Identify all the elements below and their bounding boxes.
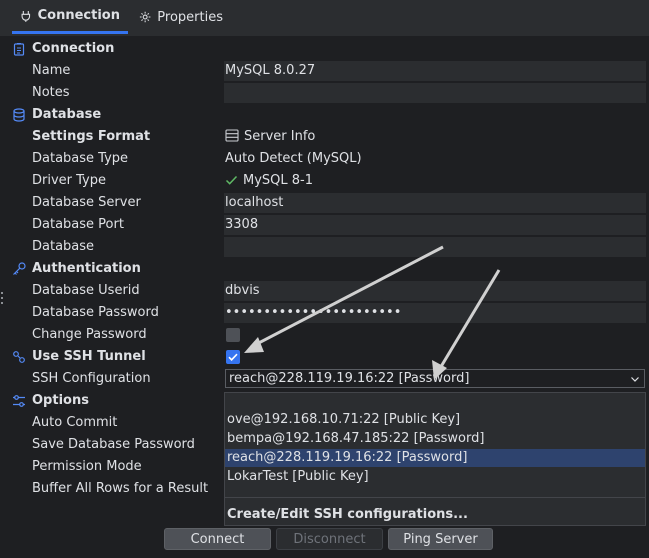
row-notes: Notes xyxy=(0,82,649,104)
database-server-label: Database Server xyxy=(32,195,141,210)
section-database: Database xyxy=(0,104,649,126)
section-authentication: Authentication xyxy=(0,258,649,280)
row-change-password: Change Password xyxy=(0,324,649,346)
server-info-icon xyxy=(225,129,239,142)
tab-connection-label: Connection xyxy=(37,8,120,23)
section-ssh-label: Use SSH Tunnel xyxy=(32,349,146,364)
tab-connection[interactable]: Connection xyxy=(12,0,128,34)
name-label: Name xyxy=(32,63,71,78)
database-type-label: Database Type xyxy=(32,151,129,166)
use-ssh-checkbox[interactable] xyxy=(226,350,240,364)
driver-type-label: Driver Type xyxy=(32,173,106,188)
save-password-label: Save Database Password xyxy=(32,437,195,452)
row-database: Database xyxy=(0,236,649,258)
password-label: Database Password xyxy=(32,305,159,320)
permission-mode-label: Permission Mode xyxy=(32,459,142,474)
section-authentication-label: Authentication xyxy=(32,261,141,276)
clipboard-icon xyxy=(13,42,25,56)
tab-properties-label: Properties xyxy=(157,9,223,25)
row-driver-type: Driver Type MySQL 8-1 xyxy=(0,170,649,192)
row-database-server: Database Server localhost xyxy=(0,192,649,214)
change-password-label: Change Password xyxy=(32,327,147,342)
ssh-configuration-select[interactable]: reach@228.119.19.16:22 [Password] xyxy=(225,369,645,388)
ssh-configuration-label: SSH Configuration xyxy=(32,371,151,386)
auto-commit-label: Auto Commit xyxy=(32,415,118,430)
change-password-checkbox[interactable] xyxy=(226,328,240,342)
buffer-rows-label: Buffer All Rows for a Result xyxy=(32,481,209,496)
ssh-configuration-selected: reach@228.119.19.16:22 [Password] xyxy=(229,371,470,386)
driver-type-value[interactable]: MySQL 8-1 xyxy=(224,171,646,191)
row-settings-format: Settings Format Server Info xyxy=(0,126,649,148)
database-server-field[interactable]: localhost xyxy=(224,193,646,213)
dropdown-separator xyxy=(225,497,645,498)
database-icon xyxy=(13,108,25,122)
section-database-label: Database xyxy=(32,107,102,122)
ssh-option[interactable]: ove@192.168.10.71:22 [Public Key] xyxy=(225,411,645,429)
link-icon xyxy=(13,351,25,363)
create-edit-ssh-item[interactable]: Create/Edit SSH configurations... xyxy=(225,506,645,524)
ssh-configuration-dropdown: ove@192.168.10.71:22 [Public Key] bempa@… xyxy=(224,392,646,526)
settings-format-label: Settings Format xyxy=(32,129,151,144)
database-label: Database xyxy=(32,239,95,254)
row-userid: Database Userid dbvis xyxy=(0,280,649,302)
userid-field[interactable]: dbvis xyxy=(224,281,646,301)
checkmark-icon xyxy=(225,175,238,185)
disconnect-button[interactable]: Disconnect xyxy=(276,528,383,550)
section-ssh: Use SSH Tunnel xyxy=(0,346,649,368)
sliders-icon xyxy=(13,395,25,407)
driver-type-text: MySQL 8-1 xyxy=(243,173,314,188)
settings-format-text: Server Info xyxy=(244,129,316,144)
password-field[interactable]: ••••••••••••••••••••••• xyxy=(224,303,646,323)
tab-properties[interactable]: Properties xyxy=(131,0,231,34)
database-field[interactable] xyxy=(224,237,646,257)
key-icon xyxy=(13,262,26,275)
gear-icon xyxy=(139,11,151,23)
ping-server-button[interactable]: Ping Server xyxy=(388,528,493,550)
tab-bar: Connection Properties xyxy=(0,0,649,34)
database-port-field[interactable]: 3308 xyxy=(224,215,646,235)
connect-button[interactable]: Connect xyxy=(164,528,271,550)
name-field[interactable]: MySQL 8.0.27 xyxy=(224,61,646,81)
settings-format-value[interactable]: Server Info xyxy=(224,127,646,147)
row-database-port: Database Port 3308 xyxy=(0,214,649,236)
database-port-label: Database Port xyxy=(32,217,124,232)
row-ssh-configuration: SSH Configuration reach@228.119.19.16:22… xyxy=(0,368,649,390)
section-options-label: Options xyxy=(32,393,89,408)
checkbox-check-icon xyxy=(228,353,238,361)
notes-field[interactable] xyxy=(224,83,646,103)
plug-icon xyxy=(21,10,31,22)
row-database-type: Database Type Auto Detect (MySQL) xyxy=(0,148,649,170)
row-name: Name MySQL 8.0.27 xyxy=(0,60,649,82)
ssh-option[interactable]: LokarTest [Public Key] xyxy=(225,468,645,486)
ssh-option[interactable]: bempa@192.168.47.185:22 [Password] xyxy=(225,430,645,448)
section-connection-label: Connection xyxy=(32,41,115,56)
ssh-option-selected[interactable]: reach@228.119.19.16:22 [Password] xyxy=(225,449,645,467)
userid-label: Database Userid xyxy=(32,283,140,298)
notes-label: Notes xyxy=(32,85,70,100)
row-password: Database Password ••••••••••••••••••••••… xyxy=(0,302,649,324)
section-connection: Connection xyxy=(0,38,649,60)
database-type-value[interactable]: Auto Detect (MySQL) xyxy=(224,149,646,169)
chevron-down-icon xyxy=(631,377,639,382)
